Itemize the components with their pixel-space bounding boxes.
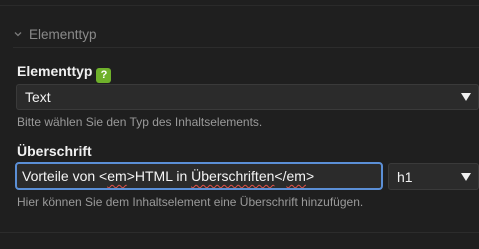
dropdown-arrow-icon [461,172,471,181]
dropdown-arrow-icon [461,93,471,101]
heading-input[interactable]: Vorteile von <em>HTML in Überschriften</… [15,162,383,190]
heading-hint: Hier können Sie dem Inhaltselement eine … [17,195,364,209]
element-type-hint: Bitte wählen Sie den Typ des Inhaltselem… [17,115,263,129]
help-icon[interactable]: ? [96,67,112,83]
content-element-panel: Elementtyp Elementtyp? Text Bitte wählen… [0,0,479,249]
section-header-elementtyp[interactable]: Elementtyp [13,24,97,44]
element-type-selected: Text [25,89,51,105]
bottom-divider [0,232,479,233]
chevron-down-icon[interactable] [13,29,23,39]
element-type-select[interactable]: Text [16,84,479,110]
heading-level-select[interactable]: h1 [388,163,479,190]
top-divider [0,0,479,6]
section-divider [13,47,479,48]
section-title: Elementtyp [29,26,97,42]
element-type-label: Elementtyp? [17,63,112,83]
heading-label: Überschrift [17,143,92,159]
heading-level-selected: h1 [397,168,413,185]
element-type-label-text: Elementtyp [17,63,93,79]
heading-input-value: Vorteile von <em>HTML in Überschriften</… [22,168,315,184]
